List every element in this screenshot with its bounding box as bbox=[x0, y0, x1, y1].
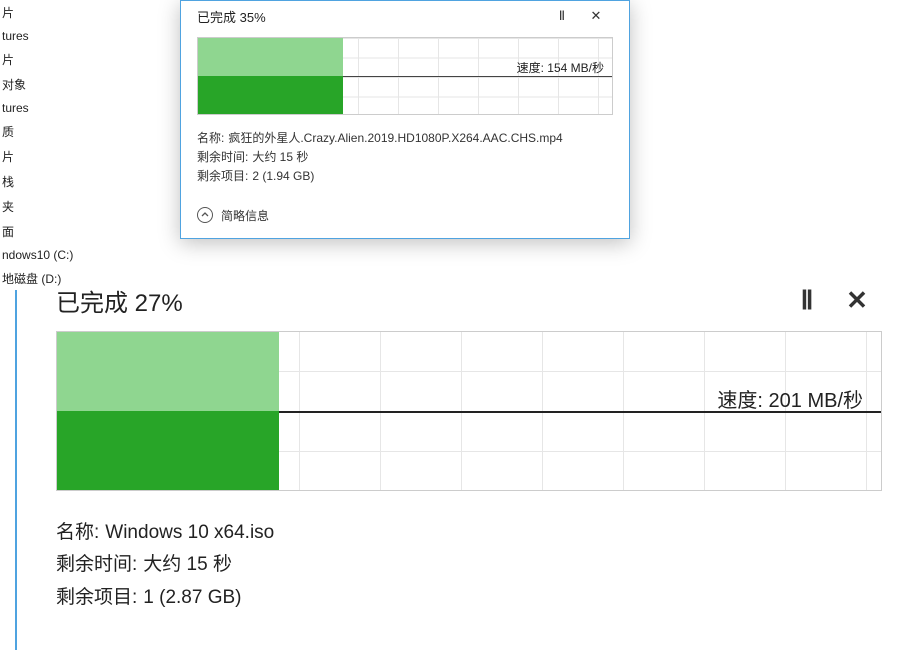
sidebar-item[interactable]: 片 bbox=[0, 47, 90, 72]
close-button[interactable]: ✕ bbox=[579, 8, 613, 24]
sidebar-item[interactable]: 片 bbox=[0, 144, 90, 169]
remaining-time-row: 剩余时间: 大约 15 秒 bbox=[56, 549, 882, 581]
transfer-chart: 速度: 154 MB/秒 bbox=[197, 37, 613, 115]
remaining-items-value: 1 (2.87 GB) bbox=[143, 582, 241, 614]
sidebar-item[interactable]: tures bbox=[0, 97, 90, 119]
remaining-items-label: 剩余项目: bbox=[56, 582, 137, 614]
dialog-title: 已完成 35% bbox=[197, 7, 545, 26]
details: 名称: 疯狂的外星人.Crazy.Alien.2019.HD1080P.X264… bbox=[197, 129, 613, 187]
remaining-items-label: 剩余项目: bbox=[197, 167, 248, 186]
speed-label: 速度: bbox=[717, 390, 763, 412]
close-button[interactable]: ✕ bbox=[832, 285, 882, 316]
pause-icon: Ⅱ bbox=[559, 8, 565, 23]
details: 名称: Windows 10 x64.iso 剩余时间: 大约 15 秒 剩余项… bbox=[56, 517, 882, 614]
copy-dialog-large: 已完成 27% Ⅱ ✕ 速度: 201 MB/秒 名称: Windows 10 … bbox=[56, 275, 882, 614]
speed-readout: 速度: 154 MB/秒 bbox=[517, 59, 604, 76]
speed-readout: 速度: 201 MB/秒 bbox=[717, 384, 863, 413]
close-icon: ✕ bbox=[591, 8, 602, 23]
remaining-time-label: 剩余时间: bbox=[56, 549, 137, 581]
remaining-time-value: 大约 15 秒 bbox=[143, 549, 232, 581]
speed-label: 速度: bbox=[517, 61, 544, 75]
dialog-title: 已完成 27% bbox=[56, 283, 782, 318]
chart-lower-bar bbox=[198, 76, 343, 114]
chevron-up-icon bbox=[197, 207, 213, 223]
sidebar-item[interactable]: tures bbox=[0, 25, 90, 47]
sidebar: 片 tures 片 对象 tures 质 片 栈 夹 面 ndows10 (C:… bbox=[0, 0, 90, 291]
sidebar-item[interactable]: 片 bbox=[0, 0, 90, 25]
titlebar: 已完成 35% Ⅱ ✕ bbox=[197, 1, 613, 31]
speed-value: 201 MB/秒 bbox=[769, 390, 863, 412]
remaining-items-value: 2 (1.94 GB) bbox=[252, 167, 314, 186]
name-label: 名称: bbox=[197, 129, 224, 148]
title-percent: 35% bbox=[240, 10, 266, 25]
close-icon: ✕ bbox=[846, 285, 868, 315]
name-row: 名称: Windows 10 x64.iso bbox=[56, 517, 882, 549]
remaining-time-value: 大约 15 秒 bbox=[252, 148, 308, 167]
speed-value: 154 MB/秒 bbox=[547, 61, 604, 75]
sidebar-item[interactable]: 夹 bbox=[0, 194, 90, 219]
copy-dialog-small: 已完成 35% Ⅱ ✕ 速度: 154 MB/秒 名称: 疯狂的外星人.Craz… bbox=[180, 0, 630, 239]
chart-lower-bar bbox=[57, 411, 279, 490]
pause-button[interactable]: Ⅱ bbox=[782, 285, 832, 316]
sidebar-item[interactable]: 对象 bbox=[0, 72, 90, 97]
accent-line bbox=[15, 290, 17, 650]
chart-upper-bar bbox=[57, 332, 279, 411]
remaining-time-label: 剩余时间: bbox=[197, 148, 248, 167]
chart-upper-bar bbox=[198, 38, 343, 76]
sidebar-item[interactable]: ndows10 (C:) bbox=[0, 244, 90, 266]
sidebar-item[interactable]: 面 bbox=[0, 219, 90, 244]
pause-icon: Ⅱ bbox=[801, 285, 814, 315]
title-prefix: 已完成 bbox=[56, 290, 128, 317]
titlebar: 已完成 27% Ⅱ ✕ bbox=[56, 275, 882, 325]
transfer-chart: 速度: 201 MB/秒 bbox=[56, 331, 882, 491]
pause-button[interactable]: Ⅱ bbox=[545, 8, 579, 24]
brief-info-toggle[interactable]: 简略信息 bbox=[197, 207, 613, 224]
brief-info-label: 简略信息 bbox=[221, 207, 269, 224]
remaining-items-row: 剩余项目: 2 (1.94 GB) bbox=[197, 167, 613, 186]
title-percent: 27% bbox=[135, 290, 183, 317]
remaining-time-row: 剩余时间: 大约 15 秒 bbox=[197, 148, 613, 167]
name-value: Windows 10 x64.iso bbox=[105, 517, 274, 549]
remaining-items-row: 剩余项目: 1 (2.87 GB) bbox=[56, 582, 882, 614]
name-value: 疯狂的外星人.Crazy.Alien.2019.HD1080P.X264.AAC… bbox=[228, 129, 562, 148]
name-row: 名称: 疯狂的外星人.Crazy.Alien.2019.HD1080P.X264… bbox=[197, 129, 613, 148]
sidebar-item[interactable]: 栈 bbox=[0, 169, 90, 194]
sidebar-item[interactable]: 质 bbox=[0, 119, 90, 144]
title-prefix: 已完成 bbox=[197, 10, 236, 25]
name-label: 名称: bbox=[56, 517, 99, 549]
